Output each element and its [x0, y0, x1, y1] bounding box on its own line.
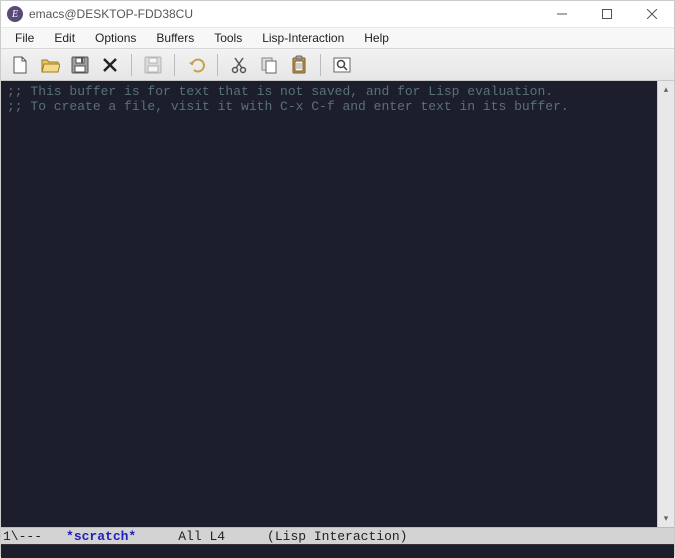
new-file-button[interactable]: [7, 52, 33, 78]
save-button[interactable]: [67, 52, 93, 78]
open-folder-icon: [40, 55, 60, 75]
window-controls: [539, 1, 674, 27]
toolbar-separator: [320, 54, 321, 76]
mode-line: 1\--- *scratch* All L4 (Lisp Interaction…: [1, 527, 674, 544]
search-icon: [332, 55, 352, 75]
close-window-button[interactable]: [629, 1, 674, 27]
cut-icon: [229, 55, 249, 75]
titlebar: emacs@DESKTOP-FDD38CU: [1, 1, 674, 27]
copy-icon: [259, 55, 279, 75]
search-button[interactable]: [329, 52, 355, 78]
open-file-button[interactable]: [37, 52, 63, 78]
text-editor[interactable]: ;; This buffer is for text that is not s…: [1, 81, 657, 527]
toolbar-separator: [217, 54, 218, 76]
save-all-icon: [143, 55, 163, 75]
modeline-status: 1\---: [1, 529, 42, 544]
menu-edit[interactable]: Edit: [44, 29, 85, 47]
menu-buffers[interactable]: Buffers: [146, 29, 204, 47]
scroll-down-icon[interactable]: ▾: [658, 510, 674, 527]
undo-icon: [186, 55, 206, 75]
undo-button[interactable]: [183, 52, 209, 78]
scrollbar-track[interactable]: [658, 98, 674, 510]
emacs-logo-icon: [7, 6, 23, 22]
vertical-scrollbar[interactable]: ▴ ▾: [657, 81, 674, 527]
menu-options[interactable]: Options: [85, 29, 146, 47]
modeline-buffer-name[interactable]: *scratch*: [66, 529, 136, 544]
menubar: File Edit Options Buffers Tools Lisp-Int…: [1, 27, 674, 49]
minimize-button[interactable]: [539, 1, 584, 27]
toolbar-separator: [174, 54, 175, 76]
menu-help[interactable]: Help: [354, 29, 399, 47]
editor-area: ;; This buffer is for text that is not s…: [1, 81, 674, 527]
copy-button[interactable]: [256, 52, 282, 78]
save-icon: [70, 55, 90, 75]
editor-line: ;; This buffer is for text that is not s…: [7, 84, 553, 99]
menu-lisp-interaction[interactable]: Lisp-Interaction: [252, 29, 354, 47]
paste-button[interactable]: [286, 52, 312, 78]
close-buffer-button[interactable]: [97, 52, 123, 78]
toolbar: [1, 49, 674, 81]
window-title: emacs@DESKTOP-FDD38CU: [29, 7, 539, 21]
menu-file[interactable]: File: [5, 29, 44, 47]
toolbar-separator: [131, 54, 132, 76]
minibuffer[interactable]: [1, 544, 674, 558]
new-file-icon: [10, 55, 30, 75]
menu-tools[interactable]: Tools: [204, 29, 252, 47]
modeline-position: All L4: [178, 529, 225, 544]
cut-button[interactable]: [226, 52, 252, 78]
paste-icon: [289, 55, 309, 75]
modeline-major-mode[interactable]: (Lisp Interaction): [267, 529, 407, 544]
save-all-button[interactable]: [140, 52, 166, 78]
editor-line: ;; To create a file, visit it with C-x C…: [7, 99, 569, 114]
scroll-up-icon[interactable]: ▴: [658, 81, 674, 98]
close-icon: [102, 57, 118, 73]
maximize-button[interactable]: [584, 1, 629, 27]
